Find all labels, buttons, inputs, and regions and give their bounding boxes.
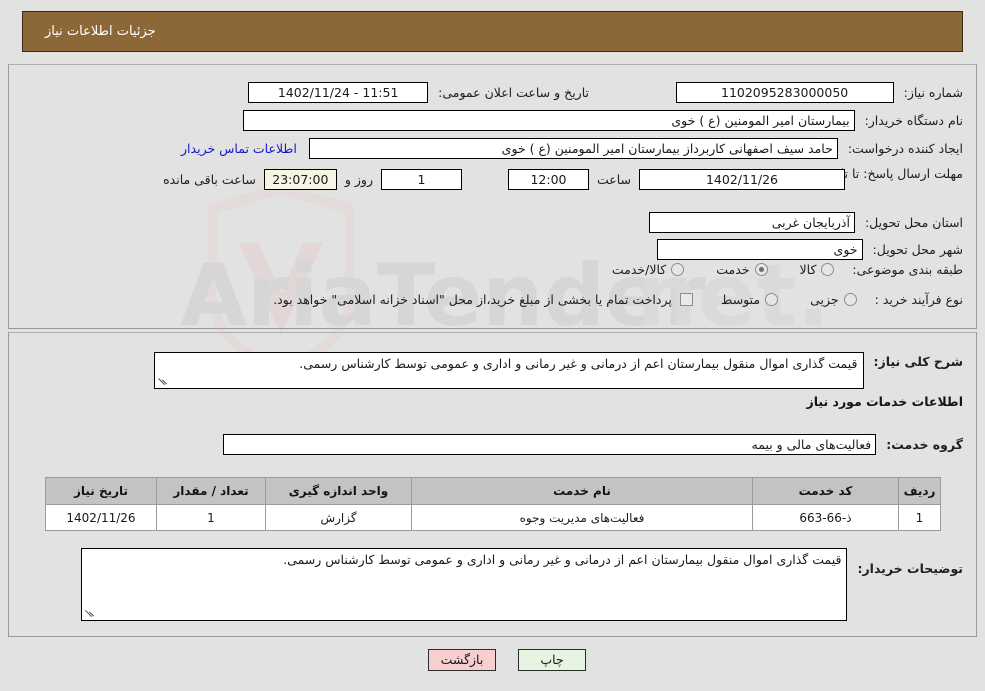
radio-category-kala-label: کالا (799, 262, 817, 277)
radio-process-motevaset[interactable] (765, 293, 779, 306)
treasury-checkbox[interactable] (679, 293, 693, 306)
days-label: روز و (344, 172, 373, 187)
th-unit: واحد اندازه گیری (265, 477, 412, 505)
category-row: طبقه بندی موضوعی: کالا خدمت کالا/خدمت (612, 262, 963, 277)
province-value: آذربایجان غربی (648, 212, 855, 233)
back-button[interactable]: بازگشت (428, 649, 496, 671)
service-group-row: گروه خدمت: فعالیت‌های مالی و بیمه (223, 434, 963, 455)
buyer-notes-row: توضیحات خریدار: قیمت گذاری اموال منقول ب… (81, 548, 963, 621)
requester-value: حامد سیف اصفهانی کاربرداز بیمارستان امیر… (308, 138, 838, 159)
hour-label: ساعت (596, 172, 631, 187)
buyer-notes-textarea[interactable]: قیمت گذاری اموال منقول بیمارستان اعم از … (81, 548, 848, 621)
need-number-row: شماره نیاز: 1102095283000050 (675, 82, 963, 103)
need-number-value: 1102095283000050 (675, 82, 894, 103)
th-row: ردیف (898, 477, 941, 505)
td-code: ذ-66-663 (752, 504, 899, 531)
province-label: استان محل تحویل: (864, 215, 963, 230)
time-remaining-label: ساعت باقی مانده (163, 172, 256, 187)
resize-grip-icon[interactable] (157, 377, 167, 387)
th-name: نام خدمت (411, 477, 753, 505)
days-remaining-value: 1 (380, 169, 462, 190)
td-row: 1 (898, 504, 941, 531)
deadline-label-block: مهلت ارسال پاسخ: تا تاریخ: (818, 166, 963, 182)
services-table: ردیف کد خدمت نام خدمت واحد اندازه گیری ت… (45, 477, 941, 531)
radio-category-khadamat-label: خدمت (716, 262, 750, 277)
hour-value: 12:00 (507, 169, 589, 190)
buyer-notes-label: توضیحات خریدار: (857, 561, 963, 576)
time-remaining-value: 23:07:00 (263, 169, 337, 190)
service-group-label: گروه خدمت: (886, 437, 963, 452)
radio-process-jozei-label: جزیی (810, 292, 839, 307)
city-row: شهر محل تحویل: خوی (656, 239, 963, 260)
buyer-org-row: نام دستگاه خریدار: بیمارستان امیر المومن… (242, 110, 963, 131)
page-header: جزئیات اطلاعات نیاز (22, 11, 963, 52)
table-row: 1 ذ-66-663 فعالیت‌های مدیریت وجوه گزارش … (45, 504, 941, 531)
buyer-notes-text: قیمت گذاری اموال منقول بیمارستان اعم از … (283, 552, 842, 567)
process-label: نوع فرآیند خرید : (874, 292, 963, 307)
table-header-row: ردیف کد خدمت نام خدمت واحد اندازه گیری ت… (45, 477, 941, 505)
need-info-panel (8, 64, 977, 329)
radio-category-kala-khadamat-label: کالا/خدمت (611, 262, 667, 277)
resize-grip-icon[interactable] (84, 609, 94, 619)
need-number-label: شماره نیاز: (903, 85, 963, 100)
need-summary-row: شرح کلی نیاز: قیمت گذاری اموال منقول بیم… (153, 352, 963, 389)
deadline-row: 1402/11/26 ساعت 12:00 1 روز و 23:07:00 س… (163, 169, 845, 190)
public-announce-label: تاریخ و ساعت اعلان عمومی: (438, 85, 589, 100)
td-qty: 1 (156, 504, 266, 531)
province-row: استان محل تحویل: آذربایجان غربی (648, 212, 963, 233)
th-date: تاریخ نیاز (45, 477, 157, 505)
page-title: جزئیات اطلاعات نیاز (45, 24, 156, 39)
buyer-contact-link[interactable]: اطلاعات تماس خریدار (181, 141, 297, 156)
radio-process-jozei[interactable] (843, 293, 857, 306)
print-button[interactable]: چاپ (518, 649, 586, 671)
buyer-org-value: بیمارستان امیر المومنین (ع ) خوی (242, 110, 855, 131)
services-section-heading: اطلاعات خدمات مورد نیاز (806, 394, 964, 409)
need-summary-label: شرح کلی نیاز: (873, 354, 963, 369)
public-announce-row: تاریخ و ساعت اعلان عمومی: 11:51 - 1402/1… (248, 82, 589, 103)
deadline-date-value: 1402/11/26 (639, 169, 845, 190)
process-row: نوع فرآیند خرید : جزیی متوسط پرداخت تمام… (273, 292, 963, 307)
city-value: خوی (656, 239, 863, 260)
th-qty: تعداد / مقدار (156, 477, 266, 505)
deadline-label: مهلت ارسال پاسخ: تا تاریخ: (818, 166, 963, 181)
td-name: فعالیت‌های مدیریت وجوه (411, 504, 753, 531)
city-label: شهر محل تحویل: (872, 242, 963, 257)
td-date: 1402/11/26 (45, 504, 157, 531)
th-code: کد خدمت (752, 477, 899, 505)
radio-category-khadamat[interactable] (754, 263, 768, 276)
requester-label: ایجاد کننده درخواست: (847, 141, 963, 156)
radio-category-kala[interactable] (821, 263, 835, 276)
category-label: طبقه بندی موضوعی: (852, 262, 963, 277)
radio-category-kala-khadamat[interactable] (671, 263, 685, 276)
td-unit: گزارش (265, 504, 412, 531)
treasury-checkbox-label: پرداخت تمام یا بخشی از مبلغ خرید،از محل … (273, 292, 672, 307)
public-announce-value: 11:51 - 1402/11/24 (248, 82, 429, 103)
requester-row: ایجاد کننده درخواست: حامد سیف اصفهانی کا… (181, 138, 963, 159)
need-summary-text: قیمت گذاری اموال منقول بیمارستان اعم از … (299, 356, 858, 371)
radio-process-motevaset-label: متوسط (720, 292, 761, 307)
service-group-value: فعالیت‌های مالی و بیمه (223, 434, 877, 455)
need-summary-textarea[interactable]: قیمت گذاری اموال منقول بیمارستان اعم از … (153, 352, 864, 389)
buyer-org-label: نام دستگاه خریدار: (864, 113, 963, 128)
